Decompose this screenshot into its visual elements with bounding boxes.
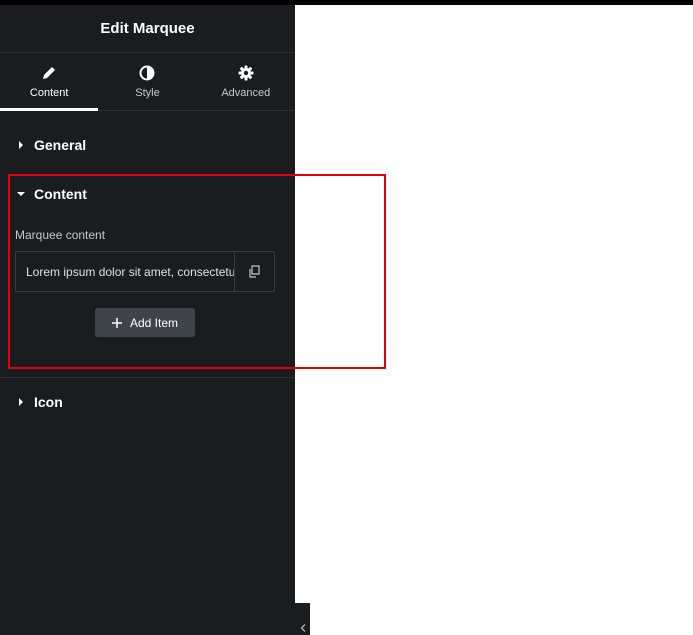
tab-style[interactable]: Style — [98, 53, 196, 110]
marquee-content-label: Marquee content — [15, 228, 106, 242]
caret-down-icon — [17, 192, 25, 196]
tab-label: Content — [29, 86, 69, 99]
collapse-panel-button[interactable] — [295, 603, 310, 635]
pencil-icon — [43, 66, 56, 79]
caret-right-icon — [19, 141, 23, 149]
gear-icon — [238, 65, 254, 80]
copy-icon — [249, 265, 260, 278]
repeater-item: Lorem ipsum dolor sit amet, consectetu — [15, 251, 275, 292]
add-item-button[interactable]: Add Item — [95, 308, 195, 337]
panel-title: Edit Marquee — [100, 20, 195, 37]
repeater-item-title[interactable]: Lorem ipsum dolor sit amet, consectetu — [16, 252, 234, 291]
section-title: Icon — [34, 394, 63, 410]
add-item-label: Add Item — [129, 315, 179, 330]
section-title: Content — [34, 186, 87, 202]
panel-header: Edit Marquee — [0, 5, 295, 53]
tab-label: Advanced — [221, 86, 271, 99]
section-divider — [0, 377, 295, 378]
section-content-toggle[interactable]: Content — [0, 184, 693, 204]
section-title: General — [34, 137, 87, 153]
tab-advanced[interactable]: Advanced — [197, 53, 295, 110]
tab-bar: Content Style Advanced — [0, 53, 295, 111]
tab-label: Style — [135, 86, 160, 99]
contrast-icon — [139, 65, 155, 80]
duplicate-button[interactable] — [234, 252, 274, 291]
section-general-toggle[interactable]: General — [0, 135, 693, 155]
caret-right-icon — [19, 398, 23, 406]
section-icon-toggle[interactable]: Icon — [0, 392, 693, 412]
chevron-left-icon — [300, 624, 305, 632]
plus-icon — [111, 317, 122, 328]
tab-content[interactable]: Content — [0, 53, 99, 111]
